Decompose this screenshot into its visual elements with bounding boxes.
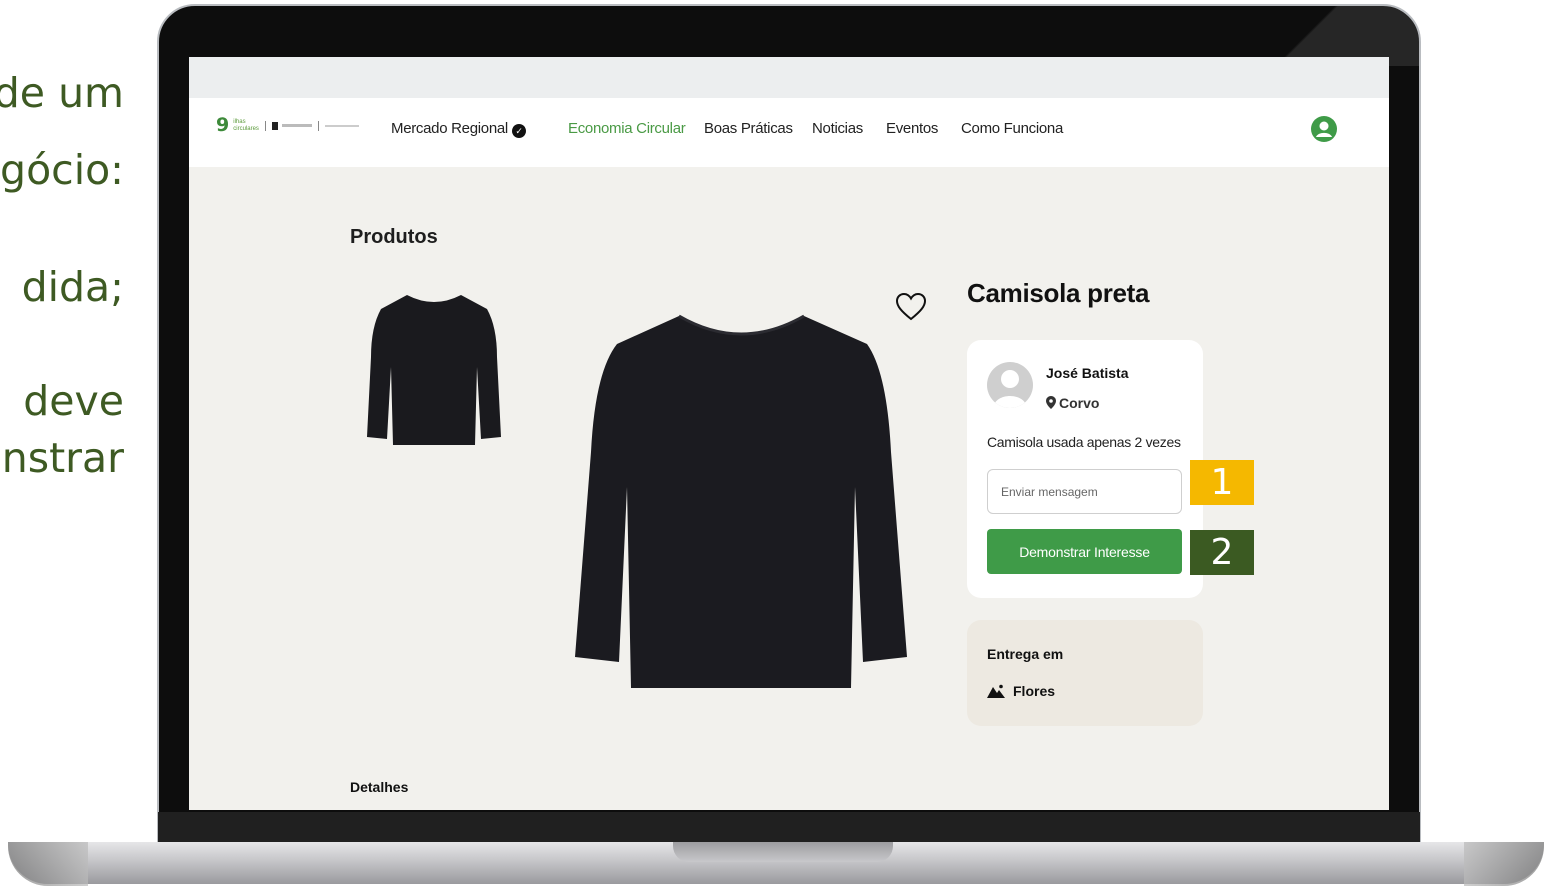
details-title: Detalhes [350,779,409,795]
browser-top-strip [189,57,1389,98]
seller-location: Corvo [1046,395,1099,411]
nav-como-funciona[interactable]: Como Funciona [961,120,1063,137]
slide-text-line-3: dida; [21,263,124,311]
browser-screen: 9 ilhas circulares Mercado Regional ✓ Econ… [189,57,1389,810]
slide-text-line-2: gócio: [0,146,124,194]
avatar-placeholder-icon [993,370,1027,408]
nav-economia-circular[interactable]: Economia Circular [568,120,686,137]
product-thumbnail[interactable] [359,287,509,452]
annotation-badge-2: 2 [1190,530,1254,575]
partner-logo [281,124,312,127]
nav-eventos[interactable]: Eventos [886,120,938,137]
slide-text-line-5: nstrar [1,434,124,482]
nav-boas-praticas[interactable]: Boas Práticas [704,120,793,137]
product-title: Camisola preta [967,278,1150,308]
show-interest-button[interactable]: Demonstrar Interesse [987,529,1182,574]
slide-text-line-1: de um [0,69,124,117]
message-input[interactable] [987,469,1182,514]
partner-logo-2 [324,124,359,127]
nav-mercado-regional[interactable]: Mercado Regional ✓ [391,120,526,138]
user-profile-icon[interactable] [1311,116,1337,142]
delivery-place: Flores [987,683,1055,699]
location-pin-icon [1046,396,1056,409]
delivery-card: Entrega em Flores [967,620,1203,726]
favorite-heart-icon[interactable] [895,292,927,322]
logo-text-line2: circulares [233,125,259,132]
annotation-badge-1: 1 [1190,460,1254,505]
logo-text-line1: ilhas [233,119,246,126]
verified-check-icon: ✓ [511,124,526,138]
delivery-title: Entrega em [987,646,1064,662]
section-title: Produtos [350,226,438,248]
slide-text-line-4: deve [23,377,124,425]
top-navigation: 9 ilhas circulares Mercado Regional ✓ Econ… [189,98,1389,167]
partner-flag-icon [271,121,278,130]
seller-avatar [987,362,1033,408]
site-logo[interactable]: 9 ilhas circulares [216,116,359,135]
logo-number: 9 [216,114,230,136]
seller-name: José Batista [1046,365,1129,381]
nav-noticias[interactable]: Noticias [812,120,863,137]
mountain-icon [987,684,1005,698]
laptop-bottom-bezel [158,812,1420,844]
seller-card: José Batista Corvo Camisola usada apenas… [967,340,1203,598]
product-description: Camisola usada apenas 2 vezes [987,434,1181,450]
product-main-image [575,314,907,688]
laptop-notch [673,842,893,862]
